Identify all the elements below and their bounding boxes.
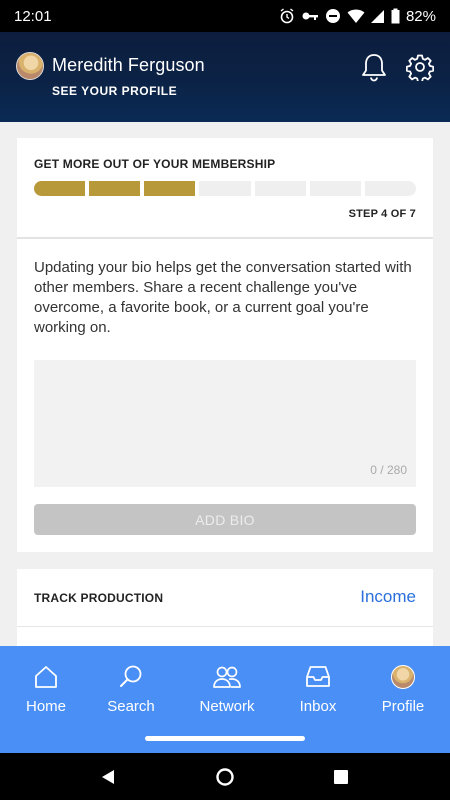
home-indicator[interactable] [145, 736, 305, 741]
nav-item-network[interactable]: Network [187, 662, 267, 715]
progress-segment [364, 181, 416, 196]
home-button[interactable] [214, 766, 236, 788]
nav-item-search[interactable]: Search [91, 662, 171, 715]
home-icon [35, 666, 57, 688]
network-icon [213, 666, 241, 688]
bio-description: Updating your bio helps get the conversa… [34, 259, 412, 336]
recents-button[interactable] [330, 766, 352, 788]
notifications-button[interactable] [359, 50, 389, 84]
back-button[interactable] [97, 766, 119, 788]
home-circle-icon [216, 768, 234, 786]
back-icon [102, 770, 114, 784]
divider [17, 626, 433, 627]
divider [17, 237, 433, 239]
progress-segment [34, 181, 86, 196]
see-profile-link[interactable]: SEE YOUR PROFILE [52, 84, 177, 98]
bio-char-count: 0 / 280 [370, 463, 407, 477]
profile-header: Meredith Ferguson SEE YOUR PROFILE [0, 32, 450, 122]
nav-label: Home [25, 698, 66, 715]
add-bio-button[interactable]: ADD BIO [34, 504, 416, 535]
nav-label: Profile [381, 698, 425, 715]
status-bar: 12:01 82% [0, 0, 450, 32]
nav-label: Inbox [299, 698, 337, 715]
progress-segment [254, 181, 306, 196]
progress-segment [199, 181, 251, 196]
membership-card: GET MORE OUT OF YOUR MEMBERSHIP STEP 4 O… [17, 138, 433, 552]
battery-icon [391, 8, 400, 24]
wifi-icon [347, 9, 365, 23]
membership-card-title: GET MORE OUT OF YOUR MEMBERSHIP [34, 157, 276, 171]
recents-icon [334, 770, 348, 784]
signal-icon [370, 10, 384, 23]
progress-segment [144, 181, 196, 196]
membership-progress-bar [34, 181, 416, 196]
alarm-icon [280, 8, 294, 24]
gear-icon [406, 54, 434, 81]
nav-label: Search [107, 698, 155, 715]
avatar [391, 665, 415, 689]
bio-input[interactable]: 0 / 280 [34, 360, 416, 487]
settings-button[interactable] [405, 50, 435, 84]
user-name[interactable]: Meredith Ferguson [52, 55, 205, 76]
battery-percent: 82% [405, 7, 436, 25]
system-nav-bar [0, 753, 450, 800]
avatar[interactable] [16, 52, 44, 80]
track-production-title: TRACK PRODUCTION [34, 591, 164, 605]
progress-segment [89, 181, 141, 196]
step-indicator: STEP 4 OF 7 [348, 208, 416, 220]
bell-icon [362, 54, 386, 82]
inbox-icon [306, 666, 330, 687]
nav-label: Network [199, 698, 255, 715]
nav-item-home[interactable]: Home [6, 662, 86, 715]
progress-segment [309, 181, 361, 196]
do-not-disturb-icon [325, 9, 340, 23]
search-icon [120, 665, 142, 687]
nav-item-inbox[interactable]: Inbox [278, 662, 358, 715]
status-icons: 82% [279, 8, 436, 25]
status-time: 12:01 [14, 7, 52, 25]
nav-item-profile[interactable]: Profile [363, 662, 443, 715]
income-link[interactable]: Income [360, 587, 416, 607]
key-icon [302, 12, 318, 20]
bottom-nav: Home Search Network Inbox Profile [0, 646, 450, 753]
